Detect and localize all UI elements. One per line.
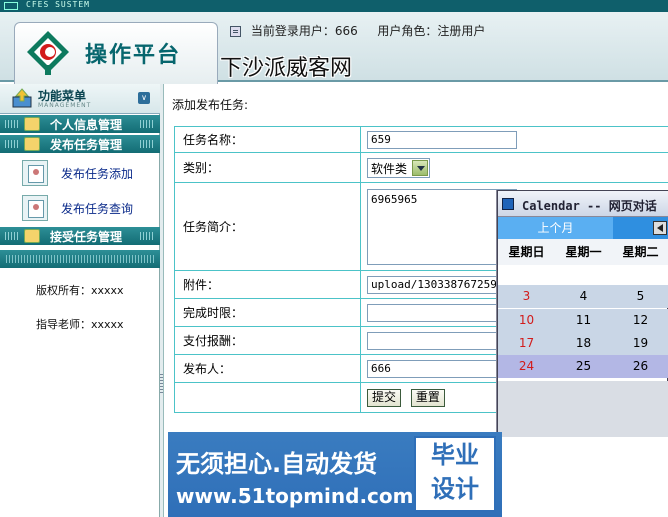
calendar-week-row: 10 11 12 — [498, 309, 668, 332]
sidebar-footer-bar — [0, 250, 160, 268]
user-info: 当前登录用户：666 用户角色：注册用户 — [230, 22, 485, 39]
advisor-text: 指导老师：xxxxx — [36, 318, 124, 331]
calendar-day[interactable]: 4 — [555, 285, 612, 308]
field-label: 类别： — [174, 152, 361, 183]
weekday-header: 星期二 — [612, 239, 668, 265]
ad-slogan: 无须担心.自动发货 — [176, 450, 378, 478]
system-bar: CFES SUSTEM — [0, 0, 668, 12]
calendar-day[interactable]: 5 — [612, 285, 668, 308]
ad-url: www.51topmind.com — [176, 484, 414, 508]
calendar-dialog: Calendar -- 网页对话 上个月 星期日 星期一 星期二 3 4 5 1… — [497, 190, 668, 437]
task-intro-textarea[interactable]: 6965965 — [367, 188, 517, 265]
calendar-title: Calendar -- 网页对话 — [522, 199, 657, 213]
submit-button[interactable]: 提交 — [367, 388, 402, 407]
ad-badge: 毕业 设计 — [414, 436, 496, 512]
calendar-day[interactable]: 12 — [612, 309, 668, 332]
calendar-footer — [498, 381, 668, 437]
sidebar-splitter[interactable] — [160, 84, 164, 517]
sidebar-section-personal-info[interactable]: 个人信息管理 — [0, 115, 160, 133]
calendar-nav: 上个月 — [498, 217, 668, 239]
chevron-down-icon[interactable] — [412, 159, 429, 176]
field-label: 支付报酬： — [174, 326, 361, 355]
calendar-day[interactable]: 11 — [555, 309, 612, 332]
calendar-day[interactable]: 24 — [498, 355, 555, 378]
reward-input[interactable] — [367, 331, 499, 350]
field-label: 完成时限： — [174, 298, 361, 327]
weekday-header: 星期日 — [498, 239, 555, 265]
collapse-menu-icon[interactable]: ∨ — [138, 92, 150, 104]
header: 操作平台 当前登录用户：666 用户角色：注册用户 下沙派威客网 — [0, 12, 668, 84]
task-name-input[interactable]: 659 — [367, 130, 517, 149]
field-label: 附件： — [174, 270, 361, 299]
calendar-day[interactable]: 26 — [612, 355, 668, 378]
menu-header: 功能菜单 MANAGEMENT ∨ — [0, 84, 160, 114]
platform-title: 操作平台 — [85, 42, 182, 68]
calendar-day[interactable]: 17 — [498, 332, 555, 355]
calendar-week-row: 3 4 5 — [498, 285, 668, 308]
sidebar: 功能菜单 MANAGEMENT ∨ 个人信息管理 发布任务管理 发布任务添加 发… — [0, 84, 160, 517]
task-query-icon — [22, 195, 48, 221]
user-role-label: 用户角色：注册用户 — [377, 24, 486, 38]
calendar-day[interactable]: 25 — [555, 355, 612, 378]
system-name: CFES SUSTEM — [26, 0, 90, 9]
bank-logo-icon — [27, 31, 69, 75]
ad-banner[interactable]: 无须担心.自动发货 www.51topmind.com 毕业 设计 — [168, 432, 502, 517]
copyright-text: 版权所有：xxxxx — [36, 284, 124, 297]
section-folder-icon — [24, 137, 40, 151]
category-selected-value: 软件类 — [371, 161, 408, 176]
sidebar-section-publish-task[interactable]: 发布任务管理 — [0, 135, 160, 153]
calendar-week-row-current: 24 25 26 — [498, 355, 668, 378]
section-folder-icon — [24, 229, 40, 243]
reset-button[interactable]: 重置 — [410, 388, 445, 407]
chevron-left-icon[interactable] — [653, 221, 667, 235]
field-label: 发布人： — [174, 354, 361, 383]
splitter-grip[interactable] — [160, 374, 163, 394]
category-select[interactable]: 软件类 — [367, 157, 431, 178]
current-user-label: 当前登录用户：666 — [250, 24, 358, 38]
calendar-day[interactable]: 18 — [555, 332, 612, 355]
site-watermark: 下沙派威客网 — [220, 56, 353, 81]
form-row-category: 类别： 软件类 — [174, 152, 668, 183]
task-add-icon — [22, 160, 48, 186]
user-info-icon — [230, 26, 241, 37]
app-window: CFES SUSTEM 操作平台 当前登录用户：666 用户角色：注册用户 下沙… — [0, 0, 668, 517]
weekday-header: 星期一 — [555, 239, 612, 265]
deadline-input[interactable] — [367, 303, 499, 322]
calendar-day[interactable]: 10 — [498, 309, 555, 332]
calendar-day[interactable]: 3 — [498, 285, 555, 308]
attachment-input[interactable]: upload/1303387672593.z — [367, 275, 499, 294]
calendar-window-icon — [502, 198, 514, 210]
field-label: 任务名称： — [174, 126, 361, 153]
ad-badge-line2: 设计 — [431, 475, 479, 503]
calendar-day[interactable]: 19 — [612, 332, 668, 355]
menu-subtitle: MANAGEMENT — [38, 102, 92, 109]
ad-badge-line1: 毕业 — [431, 441, 479, 469]
form-row-name: 任务名称： 659 — [174, 126, 668, 153]
field-label: 任务简介： — [174, 182, 361, 271]
sidebar-item-add-task[interactable]: 发布任务添加 — [0, 156, 160, 190]
calendar-week-row: 17 18 19 — [498, 332, 668, 355]
logo-tab: 操作平台 — [14, 22, 218, 84]
system-logo-icon — [4, 2, 18, 10]
page-title: 添加发布任务: — [172, 98, 249, 112]
calendar-titlebar[interactable]: Calendar -- 网页对话 — [498, 191, 668, 217]
sidebar-section-accept-task[interactable]: 接受任务管理 — [0, 227, 160, 245]
upload-arrow-icon — [12, 88, 32, 108]
sidebar-item-query-task[interactable]: 发布任务查询 — [0, 191, 160, 225]
section-folder-icon — [24, 117, 40, 131]
prev-month-button[interactable]: 上个月 — [498, 217, 613, 239]
publisher-input[interactable]: 666 — [367, 359, 499, 378]
